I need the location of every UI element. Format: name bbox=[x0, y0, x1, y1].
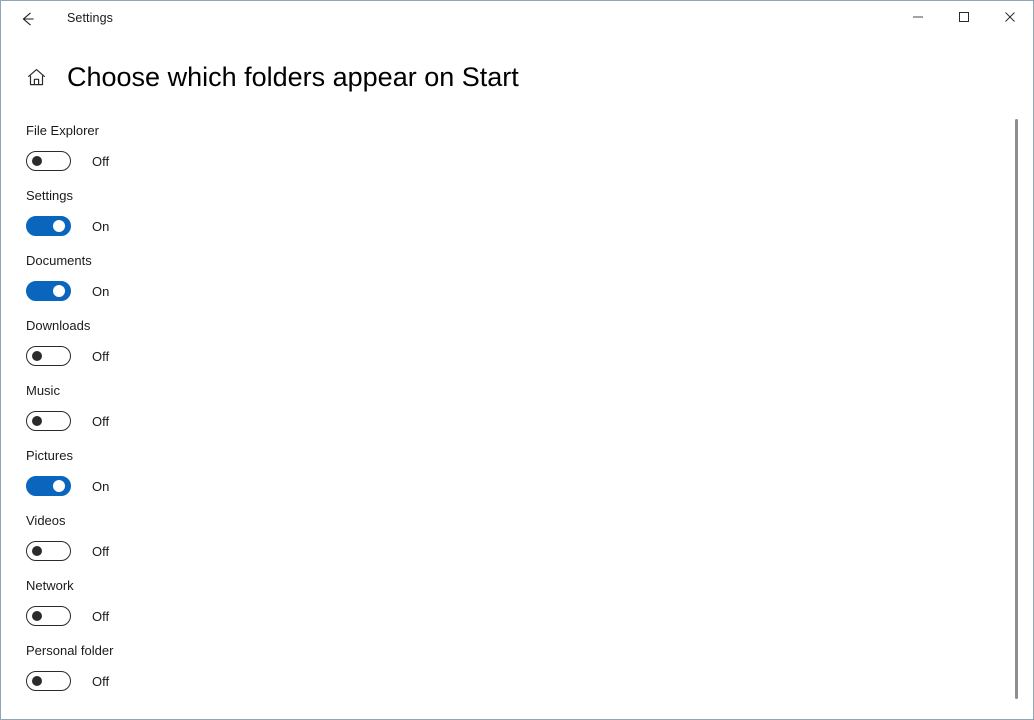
setting-group: Pictures On bbox=[26, 448, 1033, 513]
setting-label: Documents bbox=[26, 253, 92, 268]
toggle-knob bbox=[53, 220, 65, 232]
folder-toggle-list: File Explorer Off Settings On Documents On Dow… bbox=[1, 123, 1033, 708]
setting-group: Documents On bbox=[26, 253, 1033, 318]
vertical-scrollbar[interactable] bbox=[1012, 109, 1022, 709]
toggle-switch[interactable] bbox=[26, 476, 71, 496]
toggle-state-label: Off bbox=[92, 413, 110, 429]
toggle-state-label: Off bbox=[92, 348, 110, 364]
page-title: Choose which folders appear on Start bbox=[67, 61, 519, 92]
toggle-knob bbox=[32, 676, 42, 686]
toggle-knob bbox=[32, 156, 42, 166]
toggle-switch[interactable] bbox=[26, 151, 71, 171]
setting-group: Settings On bbox=[26, 188, 1033, 253]
toggle-state-label: On bbox=[92, 478, 110, 494]
settings-window: Settings Choose which folders appear on … bbox=[0, 0, 1034, 720]
toggle-switch[interactable] bbox=[26, 346, 71, 366]
minimize-icon bbox=[912, 11, 924, 23]
setting-group: Personal folder Off bbox=[26, 643, 1033, 708]
title-bar: Settings bbox=[1, 1, 1033, 36]
minimize-button[interactable] bbox=[895, 1, 941, 33]
setting-label: Music bbox=[26, 383, 60, 398]
page-header: Choose which folders appear on Start bbox=[1, 56, 1033, 98]
toggle-state-label: On bbox=[92, 218, 110, 234]
toggle-row: Off bbox=[26, 606, 1033, 626]
toggle-row: On bbox=[26, 281, 1033, 301]
toggle-switch[interactable] bbox=[26, 606, 71, 626]
toggle-row: Off bbox=[26, 151, 1033, 171]
back-arrow-icon bbox=[17, 9, 37, 29]
toggle-row: Off bbox=[26, 346, 1033, 366]
home-icon[interactable] bbox=[25, 66, 47, 88]
maximize-icon bbox=[958, 11, 970, 23]
setting-group: Downloads Off bbox=[26, 318, 1033, 383]
toggle-row: Off bbox=[26, 671, 1033, 691]
toggle-switch[interactable] bbox=[26, 671, 71, 691]
toggle-state-label: Off bbox=[92, 153, 110, 169]
toggle-state-label: On bbox=[92, 283, 110, 299]
setting-group: File Explorer Off bbox=[26, 123, 1033, 188]
toggle-knob bbox=[32, 416, 42, 426]
toggle-state-label: Off bbox=[92, 608, 110, 624]
toggle-switch[interactable] bbox=[26, 216, 71, 236]
app-title: Settings bbox=[67, 11, 113, 26]
toggle-row: On bbox=[26, 216, 1033, 236]
close-button[interactable] bbox=[987, 1, 1033, 33]
toggle-knob bbox=[32, 546, 42, 556]
toggle-row: Off bbox=[26, 411, 1033, 431]
toggle-switch[interactable] bbox=[26, 411, 71, 431]
caption-button-group bbox=[895, 1, 1033, 33]
toggle-state-label: Off bbox=[92, 543, 110, 559]
toggle-row: On bbox=[26, 476, 1033, 496]
toggle-row: Off bbox=[26, 541, 1033, 561]
back-button[interactable] bbox=[4, 3, 49, 35]
maximize-button[interactable] bbox=[941, 1, 987, 33]
setting-group: Music Off bbox=[26, 383, 1033, 448]
toggle-knob bbox=[32, 351, 42, 361]
setting-label: Settings bbox=[26, 188, 73, 203]
toggle-switch[interactable] bbox=[26, 541, 71, 561]
setting-label: Videos bbox=[26, 513, 66, 528]
setting-group: Videos Off bbox=[26, 513, 1033, 578]
setting-label: Network bbox=[26, 578, 74, 593]
toggle-switch[interactable] bbox=[26, 281, 71, 301]
toggle-knob bbox=[53, 480, 65, 492]
setting-label: Personal folder bbox=[26, 643, 114, 658]
setting-group: Network Off bbox=[26, 578, 1033, 643]
toggle-knob bbox=[53, 285, 65, 297]
setting-label: Pictures bbox=[26, 448, 73, 463]
toggle-state-label: Off bbox=[92, 673, 110, 689]
scrollbar-thumb[interactable] bbox=[1015, 119, 1018, 699]
setting-label: File Explorer bbox=[26, 123, 99, 138]
setting-label: Downloads bbox=[26, 318, 91, 333]
toggle-knob bbox=[32, 611, 42, 621]
close-icon bbox=[1004, 11, 1016, 23]
